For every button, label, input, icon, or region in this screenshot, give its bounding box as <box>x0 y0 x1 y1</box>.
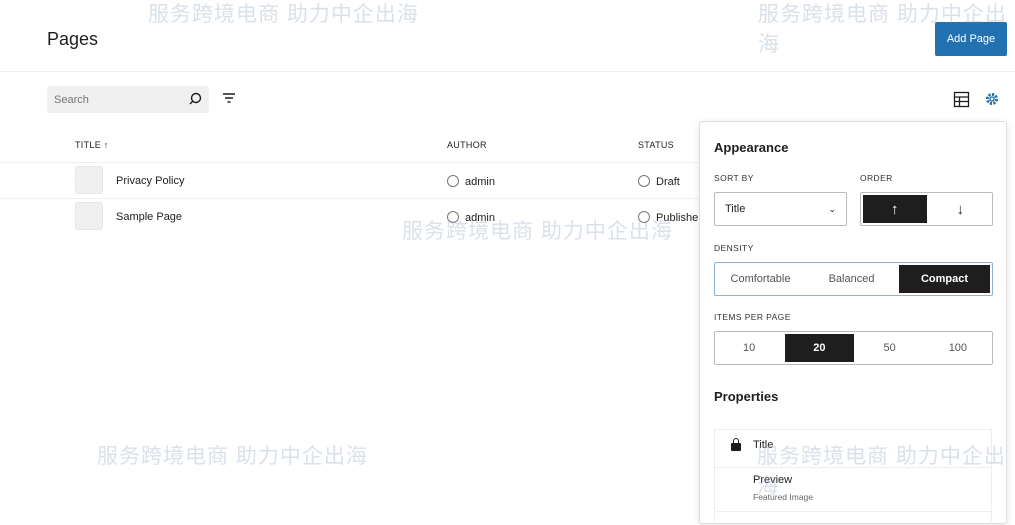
properties-heading: Properties <box>714 389 779 404</box>
divider <box>0 162 700 163</box>
author-name: admin <box>465 176 495 188</box>
column-header-title[interactable]: TITLE ↑ <box>75 140 109 150</box>
search-placeholder: Search <box>54 94 89 106</box>
ascending-button[interactable]: ↑ <box>863 195 927 223</box>
density-toggle: Comfortable Balanced Compact <box>714 262 993 296</box>
add-page-button[interactable]: Add Page <box>935 22 1007 56</box>
property-label: Title <box>753 439 774 451</box>
items-100[interactable]: 100 <box>924 332 992 364</box>
chevron-down-icon: ⌄ <box>828 203 836 214</box>
gear-icon[interactable] <box>984 91 1000 107</box>
page-title-link[interactable]: Sample Page <box>116 211 182 223</box>
items-per-page-toggle: 10 20 50 100 <box>714 331 993 365</box>
column-header-status[interactable]: STATUS <box>638 140 674 150</box>
filter-icon[interactable] <box>222 91 236 105</box>
items-20[interactable]: 20 <box>785 334 854 362</box>
page-header: Pages Add Page <box>0 0 1015 72</box>
items-50[interactable]: 50 <box>856 332 924 364</box>
avatar-icon <box>447 175 459 187</box>
status-cell: Published <box>638 211 698 224</box>
density-comfortable[interactable]: Comfortable <box>715 263 806 295</box>
descending-button[interactable]: ↓ <box>929 193 993 225</box>
search-icon <box>189 92 202 105</box>
appearance-heading: Appearance <box>714 140 789 155</box>
density-balanced[interactable]: Balanced <box>806 263 897 295</box>
author-name: admin <box>465 212 495 224</box>
watermark-text: 服务跨境电商 助力中企出海 <box>97 445 368 468</box>
column-header-author[interactable]: AUTHOR <box>447 140 487 150</box>
property-sublabel: Featured Image <box>753 492 814 502</box>
sort-by-value: Title <box>725 203 746 215</box>
divider <box>0 198 700 199</box>
published-status-icon <box>638 211 650 223</box>
density-label: DENSITY <box>714 243 754 253</box>
view-options-panel: Appearance SORT BY ORDER Title ⌄ ↑ ↓ DENS… <box>699 121 1007 525</box>
table-layout-icon[interactable] <box>953 91 970 108</box>
order-label: ORDER <box>860 173 893 183</box>
page-title-link[interactable]: Privacy Policy <box>116 175 184 187</box>
property-item-preview[interactable]: Preview Featured Image <box>715 468 991 512</box>
author-cell: admin <box>447 175 495 188</box>
properties-list: Title Preview Featured Image <box>714 429 992 525</box>
sort-by-select[interactable]: Title ⌄ <box>714 192 847 226</box>
status-text: Published <box>656 212 698 224</box>
property-item-title[interactable]: Title <box>715 430 991 468</box>
status-text: Draft <box>656 176 680 188</box>
items-per-page-label: ITEMS PER PAGE <box>714 312 791 322</box>
page-title: Pages <box>47 29 99 49</box>
draft-status-icon <box>638 175 650 187</box>
items-10[interactable]: 10 <box>715 332 783 364</box>
watermark-text: 服务跨境电商 助力中企出海 <box>402 220 673 243</box>
status-cell: Draft <box>638 175 698 188</box>
lock-shackle <box>733 438 739 444</box>
page-thumbnail <box>75 166 103 194</box>
sort-by-label: SORT BY <box>714 173 754 183</box>
density-compact[interactable]: Compact <box>899 265 990 293</box>
page-thumbnail <box>75 202 103 230</box>
order-toggle: ↑ ↓ <box>860 192 993 226</box>
author-cell: admin <box>447 211 495 224</box>
avatar-icon <box>447 211 459 223</box>
property-label: Preview <box>753 474 793 486</box>
lock-icon <box>731 443 741 451</box>
search-input[interactable]: Search <box>47 86 209 113</box>
